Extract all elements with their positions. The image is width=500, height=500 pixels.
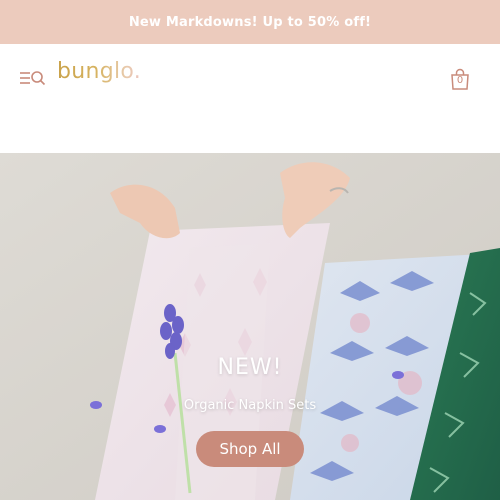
announcement-bar[interactable]: New Markdowns! Up to 50% off!	[0, 0, 500, 44]
hero-headline: NEW!	[217, 355, 283, 380]
announcement-text[interactable]: New Markdowns! Up to 50% off!	[129, 15, 371, 30]
cart-button[interactable]: 0	[450, 68, 470, 90]
menu-search-icon	[20, 71, 46, 86]
site-header: bunglo. 0	[0, 44, 500, 153]
hero-subheadline: Organic Napkin Sets	[183, 398, 317, 413]
menu-button[interactable]	[19, 69, 47, 87]
site-logo[interactable]: bunglo.	[57, 59, 141, 84]
hero-banner[interactable]: NEW! Organic Napkin Sets Shop All	[0, 153, 500, 500]
shop-all-button[interactable]: Shop All	[196, 431, 304, 467]
cart-count: 0	[456, 75, 464, 86]
